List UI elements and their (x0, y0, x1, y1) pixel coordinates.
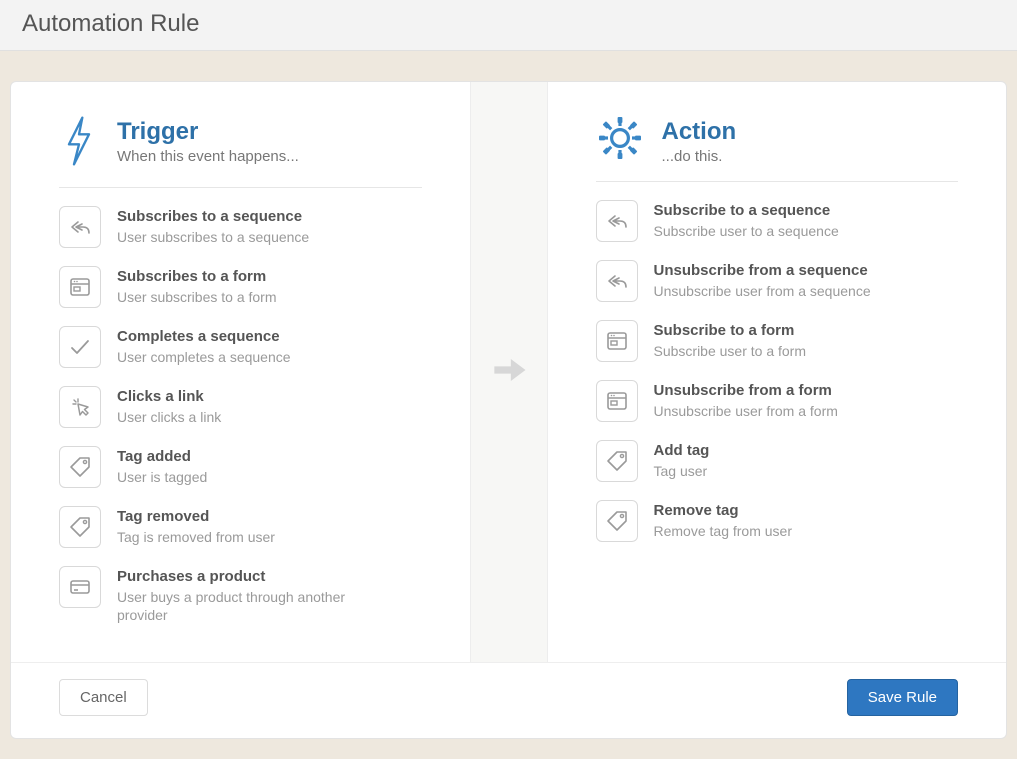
form-icon (596, 380, 638, 422)
form-icon (59, 266, 101, 308)
item-desc: Tag is removed from user (117, 528, 275, 546)
check-icon (59, 326, 101, 368)
item-title: Clicks a link (117, 388, 221, 406)
tag-icon (596, 500, 638, 542)
item-title: Tag added (117, 448, 207, 466)
arrow-right-icon (487, 348, 531, 397)
item-title: Subscribe to a sequence (654, 202, 839, 220)
item-title: Add tag (654, 442, 710, 460)
item-title: Remove tag (654, 502, 793, 520)
action-item-unsubscribe-form[interactable]: Unsubscribe from a form Unsubscribe user… (596, 380, 959, 422)
item-title: Completes a sequence (117, 328, 291, 346)
trigger-header: Trigger When this event happens... (59, 114, 422, 188)
item-title: Purchases a product (117, 568, 397, 586)
item-desc: User subscribes to a sequence (117, 228, 309, 246)
item-desc: Tag user (654, 462, 710, 480)
action-title: Action (662, 120, 737, 144)
card-footer: Cancel Save Rule (11, 662, 1006, 738)
tag-icon (59, 506, 101, 548)
item-desc: Subscribe user to a sequence (654, 222, 839, 240)
page-title: Automation Rule (22, 10, 995, 38)
trigger-item-completes-sequence[interactable]: Completes a sequence User completes a se… (59, 326, 422, 368)
item-title: Unsubscribe from a form (654, 382, 838, 400)
item-desc: User completes a sequence (117, 348, 291, 366)
action-item-unsubscribe-sequence[interactable]: Unsubscribe from a sequence Unsubscribe … (596, 260, 959, 302)
trigger-title: Trigger (117, 120, 299, 144)
item-desc: User buys a product through another prov… (117, 588, 397, 624)
item-title: Subscribes to a sequence (117, 208, 309, 226)
trigger-item-clicks-link[interactable]: Clicks a link User clicks a link (59, 386, 422, 428)
item-desc: User subscribes to a form (117, 288, 277, 306)
item-title: Unsubscribe from a sequence (654, 262, 871, 280)
trigger-item-tag-added[interactable]: Tag added User is tagged (59, 446, 422, 488)
item-desc: Remove tag from user (654, 522, 793, 540)
item-title: Tag removed (117, 508, 275, 526)
page-header: Automation Rule (0, 0, 1017, 51)
item-title: Subscribes to a form (117, 268, 277, 286)
item-title: Subscribe to a form (654, 322, 807, 340)
action-subtitle: ...do this. (662, 148, 737, 165)
action-item-add-tag[interactable]: Add tag Tag user (596, 440, 959, 482)
action-item-remove-tag[interactable]: Remove tag Remove tag from user (596, 500, 959, 542)
trigger-item-tag-removed[interactable]: Tag removed Tag is removed from user (59, 506, 422, 548)
item-desc: Unsubscribe user from a form (654, 402, 838, 420)
gear-icon (596, 114, 644, 167)
trigger-item-purchases-product[interactable]: Purchases a product User buys a product … (59, 566, 422, 624)
item-desc: Unsubscribe user from a sequence (654, 282, 871, 300)
rule-card: Trigger When this event happens... Subsc… (10, 81, 1007, 739)
action-item-subscribe-sequence[interactable]: Subscribe to a sequence Subscribe user t… (596, 200, 959, 242)
tag-icon (59, 446, 101, 488)
reply-icon (596, 260, 638, 302)
save-rule-button[interactable]: Save Rule (847, 679, 958, 716)
form-icon (596, 320, 638, 362)
action-item-subscribe-form[interactable]: Subscribe to a form Subscribe user to a … (596, 320, 959, 362)
columns-divider (470, 82, 548, 662)
trigger-item-subscribes-sequence[interactable]: Subscribes to a sequence User subscribes… (59, 206, 422, 248)
credit-card-icon (59, 566, 101, 608)
trigger-column: Trigger When this event happens... Subsc… (11, 82, 470, 662)
lightning-icon (59, 114, 99, 173)
item-desc: User is tagged (117, 468, 207, 486)
tag-icon (596, 440, 638, 482)
item-desc: User clicks a link (117, 408, 221, 426)
reply-icon (596, 200, 638, 242)
action-column: Action ...do this. Subscribe to a sequen… (548, 82, 1007, 662)
cancel-button[interactable]: Cancel (59, 679, 148, 716)
action-header: Action ...do this. (596, 114, 959, 182)
reply-icon (59, 206, 101, 248)
click-icon (59, 386, 101, 428)
item-desc: Subscribe user to a form (654, 342, 807, 360)
trigger-item-subscribes-form[interactable]: Subscribes to a form User subscribes to … (59, 266, 422, 308)
trigger-subtitle: When this event happens... (117, 148, 299, 165)
